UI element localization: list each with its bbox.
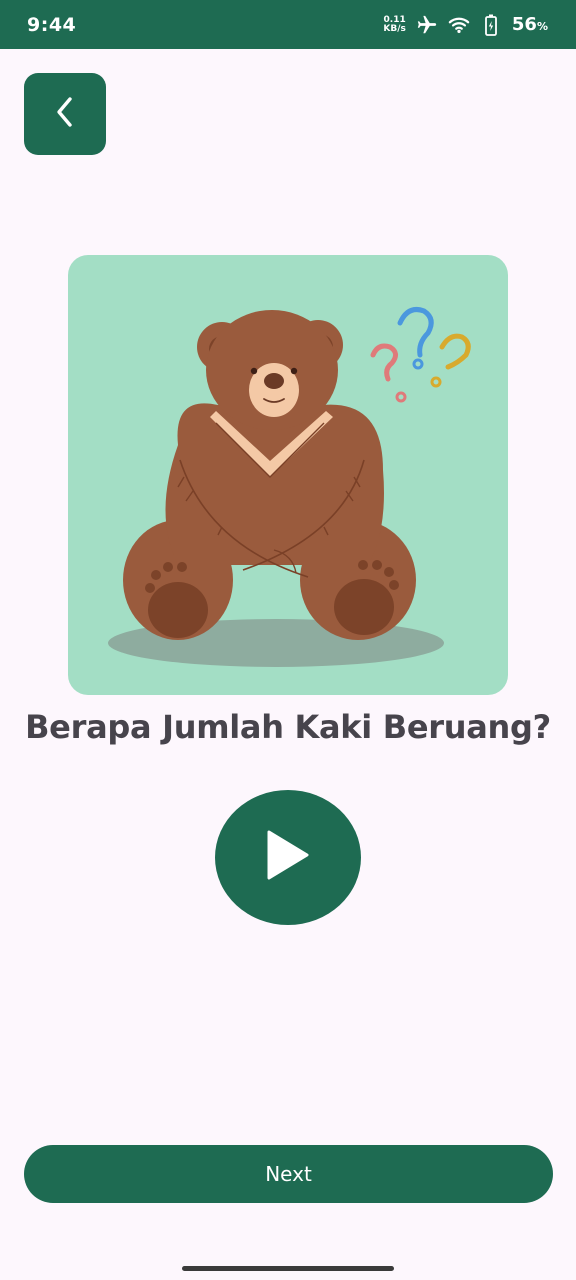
battery-unit: % bbox=[536, 20, 548, 33]
battery-value: 56 bbox=[511, 14, 537, 35]
bear-illustration bbox=[108, 307, 471, 667]
battery-percentage: 56% bbox=[512, 14, 548, 35]
network-speed-unit: KB/s bbox=[383, 23, 406, 34]
chevron-left-icon bbox=[51, 94, 79, 135]
play-audio-button[interactable] bbox=[215, 790, 361, 925]
question-text: Berapa Jumlah Kaki Beruang? bbox=[25, 708, 551, 746]
status-bar: 9:44 0.11 KB/s 56% bbox=[0, 0, 576, 49]
back-button[interactable] bbox=[24, 73, 106, 155]
home-indicator[interactable] bbox=[182, 1266, 394, 1271]
wifi-icon bbox=[448, 14, 470, 36]
airplane-icon bbox=[416, 14, 438, 36]
next-button[interactable]: Next bbox=[24, 1145, 553, 1203]
play-icon bbox=[265, 829, 311, 886]
status-time: 9:44 bbox=[27, 13, 77, 36]
illustration-card bbox=[68, 255, 508, 695]
battery-icon bbox=[480, 14, 502, 36]
status-icons: 0.11 KB/s 56% bbox=[383, 14, 548, 36]
network-speed: 0.11 KB/s bbox=[383, 15, 406, 34]
